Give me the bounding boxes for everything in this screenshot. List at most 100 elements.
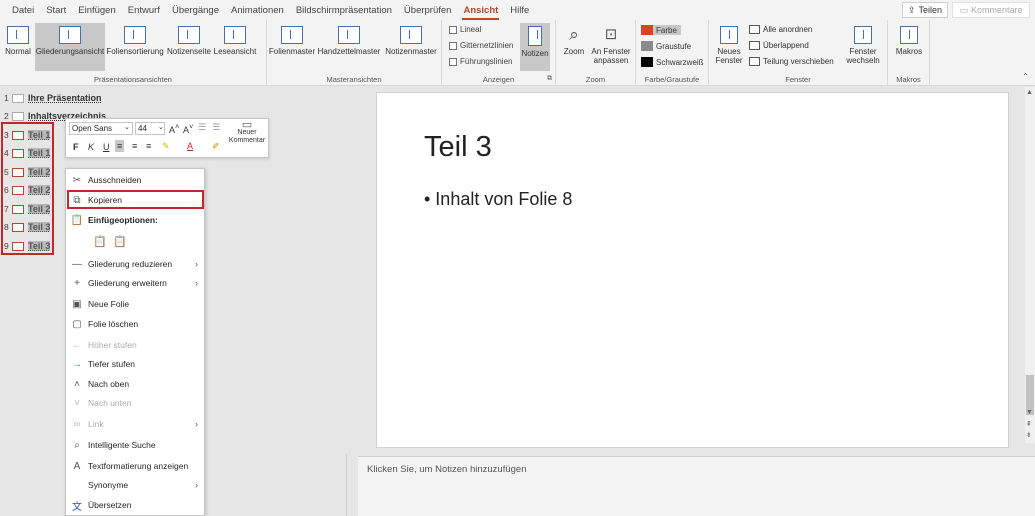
switch-windows-button[interactable]: Fenster wechseln — [841, 23, 885, 71]
numbering-icon[interactable]: ☰ — [212, 122, 220, 133]
group-color: Farbe Graustufe Schwarzweiß Farbe/Graust… — [636, 20, 709, 86]
menu-item-demote[interactable]: → Tiefer stufen — [66, 355, 204, 373]
new-window-button[interactable]: Neues Fenster — [713, 23, 745, 71]
tab-datei[interactable]: Datei — [12, 5, 34, 16]
slide-icon — [12, 93, 24, 103]
chevron-down-icon[interactable]: ⌄ — [124, 123, 130, 131]
menu-item-smart-lookup[interactable]: ⌕ Intelligente Suche — [66, 436, 204, 454]
comment-icon: ▭ — [241, 119, 253, 131]
menu-item-translate[interactable]: 文 Übersetzen — [66, 496, 204, 514]
cascade-button[interactable]: Überlappend — [749, 41, 809, 50]
ribbon-tabs: Datei Start Einfügen Entwurf Übergänge A… — [0, 0, 1035, 20]
underline-icon[interactable]: U — [103, 142, 110, 152]
align-center-icon[interactable]: ≡ — [132, 141, 137, 151]
ruler-checkbox[interactable]: Lineal — [449, 25, 481, 34]
comment-icon: ▭ — [959, 4, 968, 15]
bold-icon[interactable]: F — [73, 142, 79, 152]
menu-item-promote[interactable]: ← Höher stufen — [66, 336, 204, 354]
menu-item-link[interactable]: ∞ Link › — [66, 415, 204, 433]
search-icon: ⌕ — [74, 439, 80, 451]
menu-item-move-up[interactable]: ˄ Nach oben — [66, 375, 204, 393]
move-split-button[interactable]: Teilung verschieben — [749, 57, 834, 66]
share-button[interactable]: ⇪ Teilen — [902, 2, 948, 18]
normal-view-button[interactable]: Normal — [3, 23, 33, 71]
slide-icon — [12, 111, 24, 121]
switch-windows-icon — [854, 26, 872, 44]
tab-uebergaenge[interactable]: Übergänge — [172, 5, 219, 16]
black-white-option[interactable]: Schwarzweiß — [641, 57, 704, 67]
next-slide-icon[interactable]: ⇟ — [1026, 431, 1032, 439]
menu-item-show-formatting[interactable]: A Textformatierung anzeigen — [66, 457, 204, 475]
menu-item-synonyms[interactable]: Synonyme › — [66, 476, 204, 494]
format-painter-icon[interactable]: ✐ — [212, 141, 220, 152]
tab-ueberpruefen[interactable]: Überprüfen — [404, 5, 452, 16]
chevron-down-icon[interactable]: ⌄ — [158, 123, 164, 131]
guides-checkbox[interactable]: Führungslinien — [449, 57, 512, 66]
magnifier-icon: ⌕ — [569, 25, 579, 44]
grow-font-icon[interactable]: A˄ — [169, 122, 179, 135]
zoom-button[interactable]: ⌕ Zoom — [561, 23, 587, 71]
group-window: Neues Fenster Alle anordnen Überlappend … — [709, 20, 888, 86]
paste-keep-format-icon[interactable]: 📋 — [93, 235, 107, 249]
macros-icon — [900, 26, 918, 44]
chevron-right-icon: › — [195, 419, 198, 429]
gridlines-checkbox[interactable]: Gitternetzlinien — [449, 41, 513, 50]
bullets-icon[interactable]: ☰ — [198, 122, 206, 133]
outline-row[interactable]: 1 Ihre Präsentation — [4, 91, 102, 105]
collapse-ribbon-icon[interactable]: ⌃ — [1022, 72, 1029, 81]
menu-item-collapse[interactable]: — Gliederung reduzieren › — [66, 255, 204, 273]
arrange-all-button[interactable]: Alle anordnen — [749, 25, 812, 34]
notes-master-button[interactable]: Notizenmaster — [382, 23, 440, 71]
tab-entwurf[interactable]: Entwurf — [128, 5, 160, 16]
menu-item-delete-slide[interactable]: ▢ Folie löschen — [66, 315, 204, 333]
handout-master-icon — [338, 26, 360, 44]
slide-sorter-button[interactable]: Foliensortierung — [106, 23, 164, 71]
group-label-window: Fenster — [785, 75, 811, 84]
notes-toggle-button[interactable]: Notizen — [520, 23, 550, 71]
slide-bullet[interactable]: • Inhalt von Folie 8 — [424, 189, 572, 210]
group-label-presentation-views: Präsentationsansichten — [94, 75, 172, 84]
grayscale-option[interactable]: Graustufe — [641, 41, 691, 51]
tab-hilfe[interactable]: Hilfe — [510, 5, 529, 16]
slide-sorter-icon — [124, 26, 146, 44]
comments-button[interactable]: ▭ Kommentare — [952, 2, 1030, 18]
fit-to-window-button[interactable]: ⊡ An Fenster anpassen — [589, 23, 633, 71]
notes-page-button[interactable]: Notizenseite — [166, 23, 212, 71]
tab-ansicht[interactable]: Ansicht — [462, 5, 500, 20]
vertical-scrollbar[interactable]: ▲ ▼ ⇞ ⇟ — [1025, 87, 1035, 443]
menu-item-cut[interactable]: ✂ Ausschneiden — [66, 171, 204, 189]
group-label-color: Farbe/Graustufe — [644, 75, 700, 84]
tab-bildschirmpraesentation[interactable]: Bildschirmpräsentation — [296, 5, 392, 16]
scroll-up-icon[interactable]: ▲ — [1026, 89, 1033, 96]
chevron-down-icon: ˅ — [74, 397, 80, 409]
handout-master-button[interactable]: Handzettelmaster — [317, 23, 381, 71]
slide-master-button[interactable]: Folienmaster — [269, 23, 315, 71]
tab-animationen[interactable]: Animationen — [231, 5, 284, 16]
tab-start[interactable]: Start — [46, 5, 66, 16]
macros-button[interactable]: Makros — [892, 23, 926, 71]
menu-item-new-slide[interactable]: ▣ Neue Folie — [66, 295, 204, 313]
italic-icon[interactable]: K — [88, 142, 94, 152]
paste-text-only-icon[interactable]: 📋 — [113, 235, 127, 249]
previous-slide-icon[interactable]: ⇞ — [1026, 420, 1032, 428]
menu-item-move-down[interactable]: ˅ Nach unten — [66, 394, 204, 412]
notes-pane[interactable]: Klicken Sie, um Notizen hinzuzufügen — [358, 456, 1035, 516]
chevron-right-icon: › — [195, 278, 198, 288]
scroll-down-icon[interactable]: ▼ — [1026, 409, 1033, 416]
align-left-icon[interactable]: ≡ — [115, 140, 125, 152]
color-option[interactable]: Farbe — [641, 25, 681, 35]
align-right-icon[interactable]: ≡ — [146, 141, 151, 151]
menu-item-expand[interactable]: + Gliederung erweitern › — [66, 274, 204, 292]
reading-view-button[interactable]: Leseansicht — [213, 23, 257, 71]
text-format-icon: A — [73, 460, 81, 472]
tab-einfuegen[interactable]: Einfügen — [78, 5, 116, 16]
notes-icon — [528, 26, 542, 46]
slide-canvas[interactable]: Teil 3 • Inhalt von Folie 8 — [376, 92, 1009, 448]
font-color-icon[interactable]: A — [187, 141, 193, 151]
outline-view-button[interactable]: Gliederungsansicht — [35, 23, 105, 71]
slide-title[interactable]: Teil 3 — [424, 131, 492, 164]
shrink-font-icon[interactable]: A˅ — [183, 122, 193, 135]
dialog-launcher-icon[interactable]: ⧉ — [547, 75, 552, 83]
highlight-icon[interactable]: ✎ — [162, 141, 170, 152]
new-comment-button[interactable]: ▭ Neuer Kommentar — [226, 119, 268, 145]
